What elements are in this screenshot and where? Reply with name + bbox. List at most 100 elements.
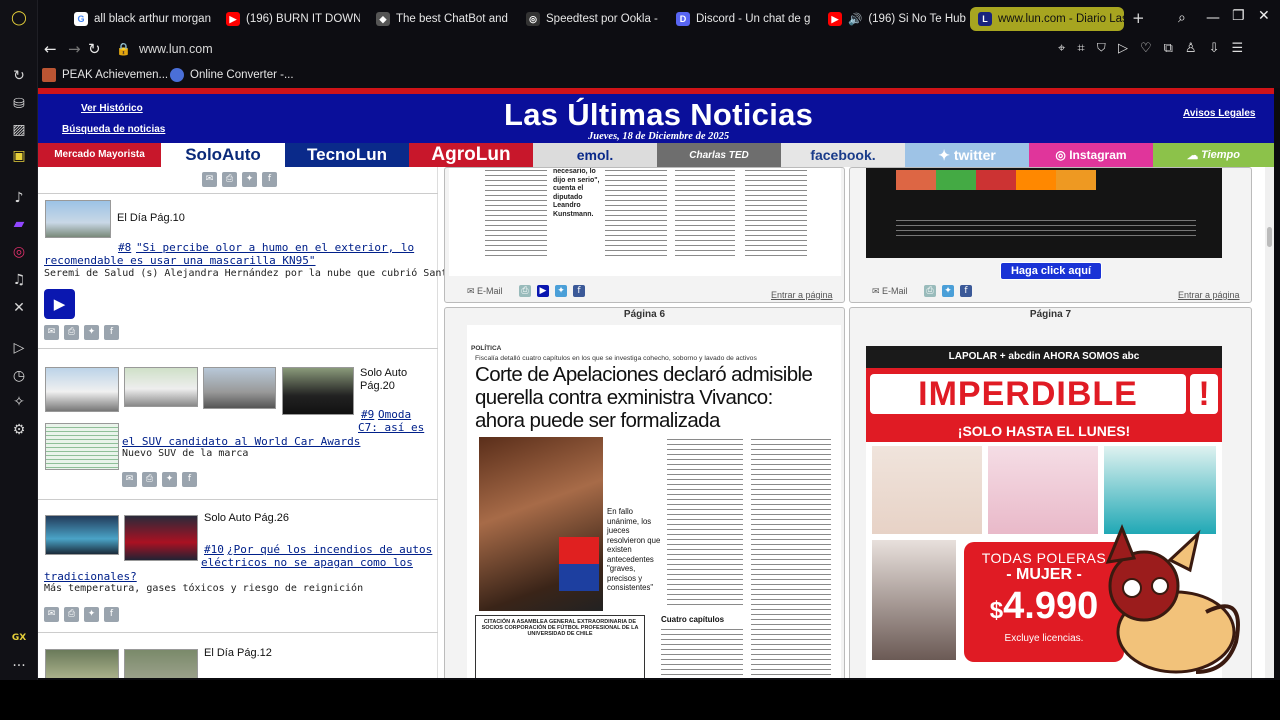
tab-5[interactable]: D Discord - Un chat de gr <box>676 7 810 31</box>
bookmark-online-converter[interactable]: Online Converter -... <box>170 68 294 82</box>
link-ver-historico[interactable]: Ver Histórico <box>81 103 143 114</box>
thumb-fire-2[interactable] <box>124 515 198 561</box>
twitter-share-icon[interactable]: ✦ <box>84 325 99 340</box>
thumb-skyline[interactable] <box>45 200 111 238</box>
nav-soloauto[interactable]: SoloAuto <box>161 143 285 167</box>
video-camera-icon[interactable]: ▶ <box>44 289 75 319</box>
thumb-fire-1[interactable] <box>45 515 119 555</box>
forward-icon[interactable]: → <box>68 40 81 58</box>
minimize-icon[interactable]: — <box>1206 10 1220 26</box>
aria-icon[interactable]: ↻ <box>9 66 29 86</box>
print-icon[interactable]: ⎙ <box>142 472 157 487</box>
extensions-icon[interactable]: ✧ <box>9 392 29 412</box>
print-icon[interactable]: ⎙ <box>519 285 531 297</box>
maximize-icon[interactable]: ❐ <box>1232 8 1245 24</box>
facebook-share-icon[interactable]: f <box>104 325 119 340</box>
site-brand[interactable]: Las Últimas Noticias <box>504 97 813 133</box>
facebook-share-icon[interactable]: f <box>104 607 119 622</box>
tiktok-icon[interactable]: ♫ <box>9 270 29 290</box>
twitter-share-icon[interactable]: ✦ <box>162 472 177 487</box>
x-icon[interactable]: ✕ <box>9 298 29 318</box>
facebook-share-icon[interactable]: f <box>960 285 972 297</box>
facebook-share-icon[interactable]: f <box>262 172 277 187</box>
print-icon[interactable]: ⎙ <box>924 285 936 297</box>
url-field[interactable]: www.lun.com <box>139 42 213 56</box>
headline-link[interactable]: el SUV candidato al World Car Awards <box>122 435 360 448</box>
close-window-icon[interactable]: ✕ <box>1258 8 1270 24</box>
thumb-map-1[interactable] <box>45 649 119 678</box>
video-icon[interactable]: ▶ <box>537 285 549 297</box>
headline-link[interactable]: tradicionales? <box>44 570 137 583</box>
entrar-a-pagina-link[interactable]: Entrar a página <box>1178 290 1240 300</box>
messenger-icon[interactable]: ▣ <box>9 146 29 166</box>
tab-1[interactable]: Gall black arthur morgan <box>74 7 214 31</box>
thumb-car-3[interactable] <box>203 367 276 409</box>
newspaper-page-4[interactable]: necesario, lo dijo en serio", cuenta el … <box>449 168 841 276</box>
thumb-car-4[interactable] <box>282 367 354 415</box>
twitch-icon[interactable]: ▰ <box>9 214 29 234</box>
twitter-share-icon[interactable]: ✦ <box>555 285 567 297</box>
email-share-icon[interactable]: ✉ <box>44 607 59 622</box>
email-share-icon[interactable]: ✉ <box>202 172 217 187</box>
toolbar-icons[interactable]: ⌖⌗⛉▷♡⧉♙⇩☰ <box>1058 41 1255 56</box>
nav-twitter[interactable]: ✦ twitter <box>905 143 1029 167</box>
opera-logo-icon[interactable]: ◯ <box>9 8 29 28</box>
email-share-icon[interactable]: ✉ <box>44 325 59 340</box>
nav-agrolun[interactable]: AgroLun <box>409 143 533 167</box>
facebook-share-icon[interactable]: f <box>573 285 585 297</box>
bookmark-peak[interactable]: PEAK Achievemen... <box>42 68 168 82</box>
twitter-share-icon[interactable]: ✦ <box>942 285 954 297</box>
search-tabs-icon[interactable]: ⌕ <box>1178 10 1186 26</box>
headline-link[interactable]: C7: así es <box>358 421 424 434</box>
nav-facebook[interactable]: facebook. <box>781 143 905 167</box>
nav-emol[interactable]: emol. <box>533 143 657 167</box>
settings-gear-icon[interactable]: ⚙ <box>9 420 29 440</box>
more-icon[interactable]: ··· <box>9 656 29 676</box>
tab-2[interactable]: ▶ (196) BURN IT DOWN ( <box>226 7 360 31</box>
print-icon[interactable]: ⎙ <box>64 325 79 340</box>
email-link[interactable]: ✉ E-Mail <box>467 286 503 297</box>
facebook-share-icon[interactable]: f <box>182 472 197 487</box>
email-share-icon[interactable]: ✉ <box>122 472 137 487</box>
link-avisos-legales[interactable]: Avisos Legales <box>1183 108 1255 119</box>
headline-link[interactable]: eléctricos no se apagan como los <box>201 556 413 569</box>
thumb-car-2[interactable] <box>124 367 198 407</box>
nav-instagram[interactable]: ◎ Instagram <box>1029 143 1153 167</box>
tab-6[interactable]: ▶ 🔊 (196) Si No Te Hubie <box>828 7 966 31</box>
twitter-share-icon[interactable]: ✦ <box>242 172 257 187</box>
nav-charlas-ted[interactable]: Charlas TED <box>657 143 781 167</box>
tiktok-sidebar-icon[interactable]: ♪ <box>9 188 29 208</box>
speaker-icon[interactable]: 🔊 <box>848 12 862 26</box>
crypto-wallet-icon[interactable]: ⛁ <box>9 94 29 114</box>
print-icon[interactable]: ⎙ <box>64 607 79 622</box>
instagram-icon[interactable]: ◎ <box>9 242 29 262</box>
thumb-map-2[interactable] <box>124 649 198 678</box>
headline-link[interactable]: Omoda <box>378 408 411 421</box>
nav-tiempo[interactable]: ☁ Tiempo <box>1153 143 1274 167</box>
nav-mercado-mayorista[interactable]: Mercado Mayorista <box>38 143 161 167</box>
entrar-a-pagina-link[interactable]: Entrar a página <box>771 290 833 300</box>
player-icon[interactable]: ▷ <box>9 338 29 358</box>
workspaces-icon[interactable]: ▨ <box>9 120 29 140</box>
headline-link[interactable]: recomendable es usar una mascarilla KN95… <box>44 254 316 267</box>
gx-icon[interactable]: GX <box>9 628 29 648</box>
print-icon[interactable]: ⎙ <box>222 172 237 187</box>
nav-tecnolun[interactable]: TecnoLun <box>285 143 409 167</box>
link-busqueda[interactable]: Búsqueda de noticias <box>62 124 165 135</box>
tab-7-active[interactable]: Lwww.lun.com - Diario Las <box>970 7 1124 31</box>
email-link[interactable]: ✉ E-Mail <box>872 286 908 297</box>
haga-click-aqui-button[interactable]: Haga click aquí <box>1000 262 1102 280</box>
thumb-car-1[interactable] <box>45 367 119 412</box>
headline-link[interactable]: "Si percibe olor a humo en el exterior, … <box>136 241 414 254</box>
back-icon[interactable]: ← <box>44 40 57 58</box>
newspaper-page-6[interactable]: POLÍTICA Fiscalía detalló cuatro capítul… <box>467 325 841 678</box>
tab-3[interactable]: ◆ The best ChatBot and W <box>376 7 510 31</box>
newspaper-page-5[interactable] <box>866 168 1222 258</box>
headline-link[interactable]: ¿Por qué los incendios de autos <box>227 543 432 556</box>
reload-icon[interactable]: ↻ <box>88 40 101 58</box>
new-tab-icon[interactable]: + <box>1132 10 1145 26</box>
thumb-table[interactable] <box>45 423 119 470</box>
tab-4[interactable]: ◎ Speedtest por Ookla - L <box>526 7 660 31</box>
scrollbar-thumb[interactable] <box>1267 227 1272 247</box>
history-icon[interactable]: ◷ <box>9 366 29 386</box>
